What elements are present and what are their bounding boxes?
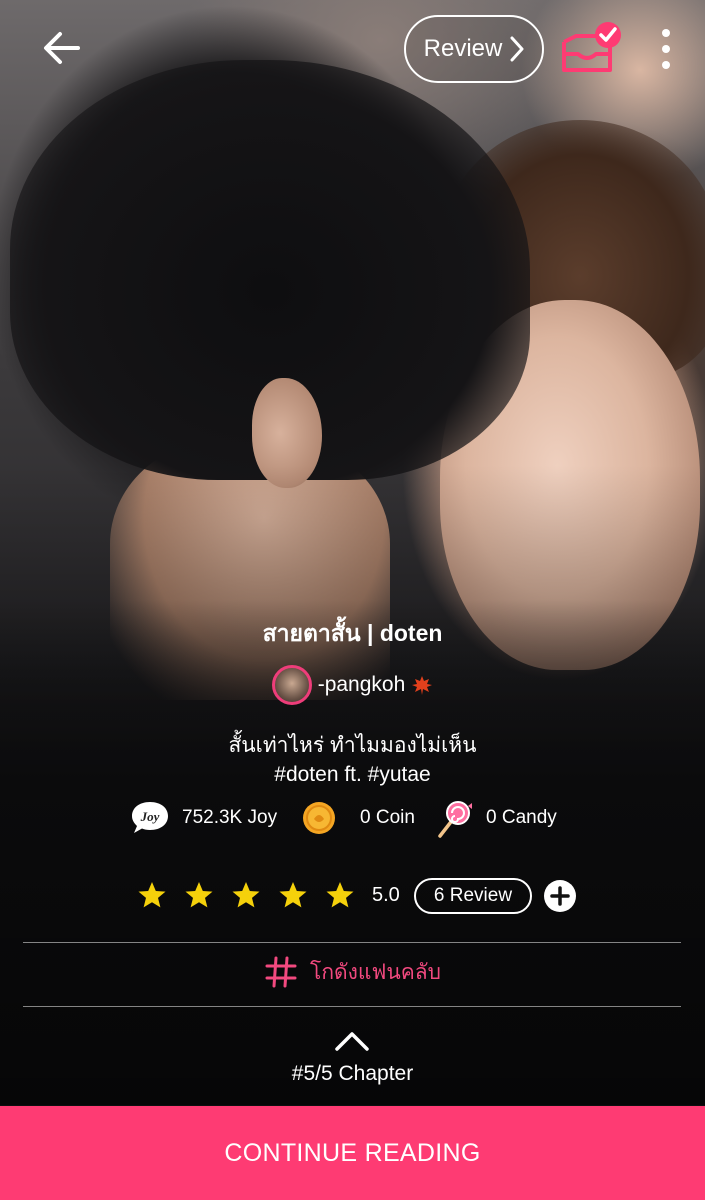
- continue-reading-label: CONTINUE READING: [224, 1138, 481, 1167]
- coin-stat: 0 Coin: [302, 796, 415, 840]
- coin-icon: [303, 802, 335, 834]
- back-arrow-icon[interactable]: [38, 24, 86, 72]
- coin-count: 0 Coin: [360, 807, 415, 828]
- chapter-indicator[interactable]: #5/5 Chapter: [0, 1062, 705, 1086]
- candy-count: 0 Candy: [486, 807, 557, 828]
- star-icon: [232, 882, 260, 908]
- author-avatar[interactable]: [271, 665, 312, 705]
- svg-text:Joy: Joy: [140, 809, 160, 824]
- chevron-up-icon[interactable]: [334, 1030, 370, 1052]
- hashtag-icon: [265, 956, 297, 988]
- star-icon: [138, 882, 166, 908]
- fanclub-label: โกดังแฟนคลับ: [310, 960, 441, 984]
- review-count-label: 6 Review: [433, 885, 513, 906]
- divider: [23, 942, 681, 943]
- divider: [23, 1006, 681, 1007]
- author-name[interactable]: -pangkoh: [318, 673, 406, 697]
- candy-stat: 0 Candy: [434, 796, 557, 840]
- review-count-button[interactable]: 6 Review: [414, 878, 532, 914]
- joy-count: 752.3K Joy: [182, 807, 278, 828]
- continue-reading-button[interactable]: CONTINUE READING: [0, 1106, 705, 1200]
- joy-stat: Joy 752.3K Joy: [130, 796, 277, 840]
- review-button-label: Review: [423, 35, 503, 62]
- description-line-1: สั้นเท่าไหร่ ทำไมมองไม่เห็น: [228, 734, 477, 757]
- story-description: สั้นเท่าไหร่ ทำไมมองไม่เห็น #doten ft. #…: [0, 731, 705, 789]
- rating-row: 5.0: [0, 876, 705, 916]
- more-vert-icon[interactable]: [656, 26, 676, 72]
- star-icon: [279, 882, 307, 908]
- joy-icon: Joy: [132, 802, 168, 833]
- fanclub-link[interactable]: โกดังแฟนคลับ: [0, 955, 705, 989]
- leaf-icon: [412, 676, 433, 695]
- cover-image: [0, 0, 705, 1200]
- review-button[interactable]: Review: [404, 15, 544, 83]
- plus-circle-icon[interactable]: [543, 879, 577, 913]
- rating-value: 5.0: [372, 884, 400, 906]
- library-check-icon[interactable]: [560, 20, 626, 76]
- chevron-right-icon: [510, 36, 524, 62]
- star-icon: [185, 882, 213, 908]
- star-icon: [326, 882, 354, 908]
- stats-row: Joy 752.3K Joy 0 Coin 0 Candy: [0, 796, 705, 840]
- author-row[interactable]: -pangkoh: [0, 665, 705, 705]
- description-line-2: #doten ft. #yutae: [274, 763, 431, 786]
- story-title: สายตาสั้น | doten: [262, 620, 443, 646]
- candy-icon: [438, 801, 472, 838]
